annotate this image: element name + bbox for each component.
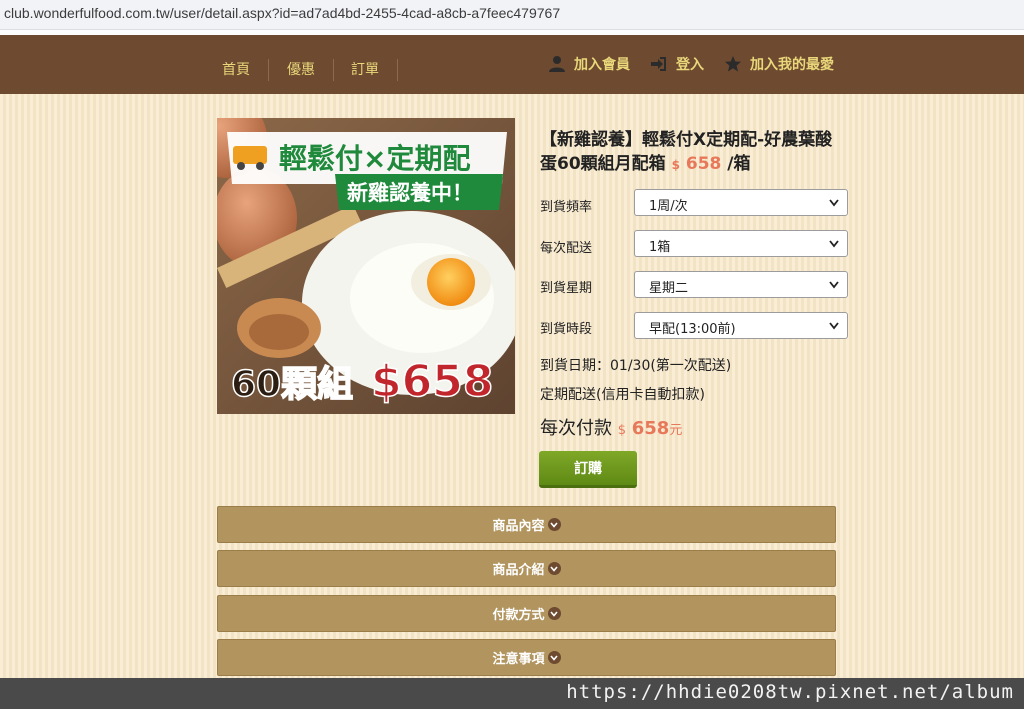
price-unit: /箱 (727, 154, 751, 174)
price-currency: $ (671, 158, 680, 172)
price-value: 658 (685, 154, 722, 174)
order-button[interactable]: 訂購 (539, 451, 637, 488)
chevron-down-icon (547, 607, 561, 620)
product-image: 輕鬆付×定期配 新雞認養中！ 60顆組 $658 (217, 118, 515, 414)
product-title: 【新雞認養】輕鬆付X定期配-好農葉酸蛋60顆組月配箱 $ 658 /箱 (540, 128, 840, 177)
accordion-label: 注意事項 (492, 652, 545, 667)
timeslot-value: 早配(13:00前) (649, 322, 736, 337)
option-label-frequency: 到貨頻率 (540, 200, 593, 215)
star-icon (725, 56, 741, 72)
nav-offers[interactable]: 優惠 (287, 59, 315, 79)
nav-divider (268, 59, 269, 81)
bottom-count-text: 60顆組 (231, 364, 353, 405)
option-label-quantity: 每次配送 (540, 241, 593, 256)
sub-banner-text: 新雞認養中！ (347, 181, 473, 205)
per-payment-amount: 658 (631, 418, 670, 439)
user-icon (549, 56, 565, 72)
nav-home[interactable]: 首頁 (222, 59, 250, 79)
url-text[interactable]: club.wonderfulfood.com.tw/user/detail.as… (4, 5, 560, 21)
bottom-price-text: $658 (371, 356, 493, 407)
accordion-product-content[interactable]: 商品內容 (217, 506, 836, 543)
accordion-product-intro[interactable]: 商品介紹 (217, 550, 836, 587)
chevron-down-icon (547, 562, 561, 575)
login-label: 登入 (676, 57, 704, 73)
payment-note: 定期配送(信用卡自動扣款) (540, 387, 705, 403)
accordion-label: 付款方式 (492, 608, 545, 623)
add-favorite-label: 加入我的最愛 (750, 57, 834, 73)
chevron-down-icon (829, 199, 839, 207)
quantity-value: 1箱 (649, 240, 671, 255)
accordion-label: 商品內容 (492, 519, 545, 534)
sign-in-icon (651, 57, 666, 71)
add-favorite-link[interactable]: 加入我的最愛 (724, 54, 834, 74)
per-payment-unit: 元 (669, 423, 683, 438)
accordion-label: 商品介紹 (492, 563, 545, 578)
site-header: 首頁 優惠 訂單 加入會員 登入 加入我的最愛 (0, 35, 1024, 94)
watermark-text: https://hhdie0208tw.pixnet.net/album (566, 681, 1014, 703)
banner-text: 輕鬆付×定期配 (279, 142, 470, 175)
chevron-down-icon (547, 651, 561, 664)
per-payment: 每次付款 $ 658元 (540, 414, 682, 440)
nav-divider (397, 59, 398, 81)
product-price: $ 658 (672, 154, 728, 174)
chevron-down-icon (547, 518, 561, 531)
nav-orders[interactable]: 訂單 (351, 59, 379, 79)
chevron-down-icon (829, 322, 839, 330)
accordion-payment-method[interactable]: 付款方式 (217, 595, 836, 632)
product-photo: 輕鬆付×定期配 新雞認養中！ 60顆組 $658 (217, 118, 515, 414)
quantity-select[interactable]: 1箱 (634, 230, 848, 257)
per-payment-currency: $ (617, 423, 627, 438)
browser-address-bar[interactable]: club.wonderfulfood.com.tw/user/detail.as… (0, 0, 1024, 30)
weekday-value: 星期二 (649, 281, 689, 296)
login-link[interactable]: 登入 (650, 54, 704, 74)
join-member-label: 加入會員 (574, 57, 630, 73)
per-payment-label: 每次付款 (540, 418, 612, 439)
weekday-select[interactable]: 星期二 (634, 271, 848, 298)
timeslot-select[interactable]: 早配(13:00前) (634, 312, 848, 339)
option-label-timeslot: 到貨時段 (540, 322, 593, 337)
join-member-link[interactable]: 加入會員 (548, 54, 630, 74)
frequency-select[interactable]: 1周/次 (634, 189, 848, 216)
chevron-down-icon (829, 240, 839, 248)
accordion-notes[interactable]: 注意事項 (217, 639, 836, 676)
option-label-weekday: 到貨星期 (540, 281, 593, 296)
nav-divider (333, 59, 334, 81)
delivery-date: 到貨日期：01/30(第一次配送) (540, 358, 732, 374)
frequency-value: 1周/次 (649, 199, 688, 214)
chevron-down-icon (829, 281, 839, 289)
